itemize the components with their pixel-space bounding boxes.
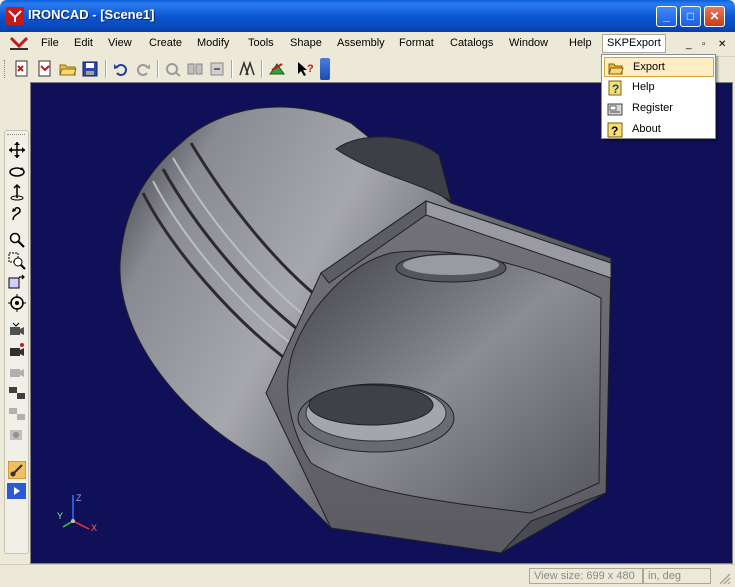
svg-text:?: ? [307, 63, 314, 75]
toolbar-separator [231, 60, 233, 78]
zoom-icon[interactable] [8, 231, 26, 249]
move-icon[interactable] [8, 141, 26, 159]
ironcad-app-icon[interactable] [6, 7, 24, 25]
menu-create[interactable]: Create [149, 37, 182, 49]
tool-icon[interactable] [268, 60, 286, 78]
render-icon[interactable] [8, 461, 26, 479]
menu-modify[interactable]: Modify [197, 37, 229, 49]
tool-icon[interactable] [208, 60, 226, 78]
menu-item-register[interactable]: Register [604, 99, 714, 119]
status-units: in, deg [643, 568, 711, 584]
mdi-restore-button[interactable]: ▫ [702, 39, 706, 50]
mdi-minimize-button[interactable]: _ [686, 39, 692, 50]
toolbar-overflow-button[interactable] [320, 58, 330, 80]
new-icon[interactable] [13, 60, 31, 78]
toolbar-separator [105, 60, 107, 78]
toolbar-grip[interactable] [7, 134, 25, 138]
save-icon[interactable] [81, 60, 99, 78]
menu-file[interactable]: File [41, 37, 59, 49]
axis-z-label: Z [76, 493, 82, 503]
svg-text:?: ? [611, 124, 618, 138]
about-icon: ? [607, 122, 623, 138]
help-icon: ? [608, 80, 622, 96]
menu-item-label: Export [633, 61, 665, 73]
axis-y-label: Y [57, 511, 64, 521]
scene-viewport[interactable]: Z X Y [30, 82, 733, 564]
tool-icon[interactable] [186, 60, 204, 78]
walk-icon[interactable] [8, 204, 26, 222]
toolbar-grip[interactable] [4, 60, 8, 78]
axis-x-label: X [91, 523, 98, 533]
resize-grip-icon[interactable] [717, 571, 731, 585]
minimize-icon: _ [663, 9, 670, 23]
menu-catalogs[interactable]: Catalogs [450, 37, 493, 49]
folder-open-icon [608, 63, 624, 75]
minimize-button[interactable]: _ [656, 6, 677, 27]
menu-assembly[interactable]: Assembly [337, 37, 385, 49]
menu-item-export[interactable]: Export [604, 57, 714, 77]
document-icon[interactable] [8, 35, 30, 53]
close-icon: ✕ [709, 9, 720, 23]
zoom-fit-icon[interactable] [8, 273, 26, 291]
left-panel [0, 82, 30, 564]
piston-model[interactable] [31, 83, 733, 564]
svg-text:?: ? [612, 82, 619, 96]
menu-item-about[interactable]: ? About [604, 120, 714, 140]
status-bar: View size: 699 x 480 in, deg [0, 564, 735, 587]
menu-edit[interactable]: Edit [74, 37, 93, 49]
orbit-icon[interactable] [8, 162, 26, 180]
toolbar-separator [157, 60, 159, 78]
menu-item-label: About [632, 123, 661, 135]
title-bar[interactable]: IRONCAD - [Scene1] _ □ ✕ [0, 0, 735, 32]
menu-format[interactable]: Format [399, 37, 434, 49]
menu-item-help[interactable]: ? Help [604, 78, 714, 98]
register-icon [607, 103, 623, 116]
camera-icon[interactable] [8, 405, 26, 423]
mdi-close-button[interactable]: ✕ [718, 39, 726, 50]
toolbar-separator [261, 60, 263, 78]
camera-icon[interactable] [8, 363, 26, 381]
target-icon[interactable] [8, 294, 26, 312]
main-toolbar: ? [0, 56, 600, 82]
status-view-size: View size: 699 x 480 [529, 568, 643, 584]
close-button[interactable]: ✕ [704, 6, 725, 27]
zoom-window-icon[interactable] [8, 252, 26, 270]
redo-icon[interactable] [134, 60, 152, 78]
pan-icon[interactable] [8, 183, 26, 201]
menu-item-label: Register [632, 102, 673, 114]
view-toolbar [4, 130, 29, 554]
tool-icon[interactable] [238, 60, 256, 78]
undo-icon[interactable] [112, 60, 130, 78]
tool-icon[interactable] [164, 60, 182, 78]
window-title: IRONCAD - [Scene1] [28, 7, 155, 22]
menu-shape[interactable]: Shape [290, 37, 322, 49]
open-icon[interactable] [36, 60, 54, 78]
folder-icon[interactable] [59, 60, 77, 78]
skpexport-menu: Export ? Help Register ? About [601, 54, 716, 139]
menu-skpexport[interactable]: SKPExport [602, 34, 666, 53]
menu-item-label: Help [632, 81, 655, 93]
camera-icon[interactable] [8, 342, 26, 360]
maximize-icon: □ [686, 9, 695, 23]
camera-icon[interactable] [8, 426, 26, 444]
menu-window[interactable]: Window [509, 37, 548, 49]
menu-tools[interactable]: Tools [248, 37, 274, 49]
maximize-button[interactable]: □ [680, 6, 701, 27]
menu-help[interactable]: Help [569, 37, 592, 49]
toolbar-expand-button[interactable] [7, 483, 26, 499]
menu-view[interactable]: View [108, 37, 132, 49]
chevron-right-icon [14, 487, 20, 495]
camera-icon[interactable] [8, 384, 26, 402]
camera-icon[interactable] [8, 321, 26, 339]
context-help-icon[interactable]: ? [296, 60, 314, 78]
